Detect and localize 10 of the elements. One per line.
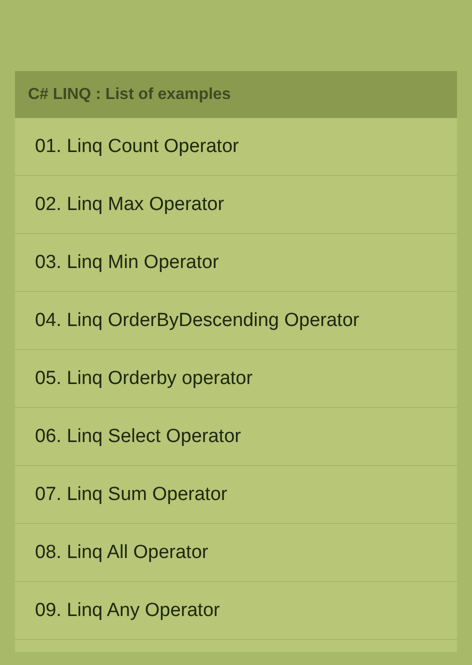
list-item[interactable]: 04. Linq OrderByDescending Operator bbox=[15, 292, 457, 350]
list-item[interactable]: 03. Linq Min Operator bbox=[15, 234, 457, 292]
list-header: C# LINQ : List of examples bbox=[15, 71, 457, 118]
list-item[interactable]: 02. Linq Max Operator bbox=[15, 176, 457, 234]
list-item[interactable]: 08. Linq All Operator bbox=[15, 524, 457, 582]
list-item[interactable]: 05. Linq Orderby operator bbox=[15, 350, 457, 408]
list-item[interactable]: 09. Linq Any Operator bbox=[15, 582, 457, 640]
list-item[interactable]: 07. Linq Sum Operator bbox=[15, 466, 457, 524]
list-item[interactable]: 01. Linq Count Operator bbox=[15, 118, 457, 176]
list-item[interactable]: 06. Linq Select Operator bbox=[15, 408, 457, 466]
